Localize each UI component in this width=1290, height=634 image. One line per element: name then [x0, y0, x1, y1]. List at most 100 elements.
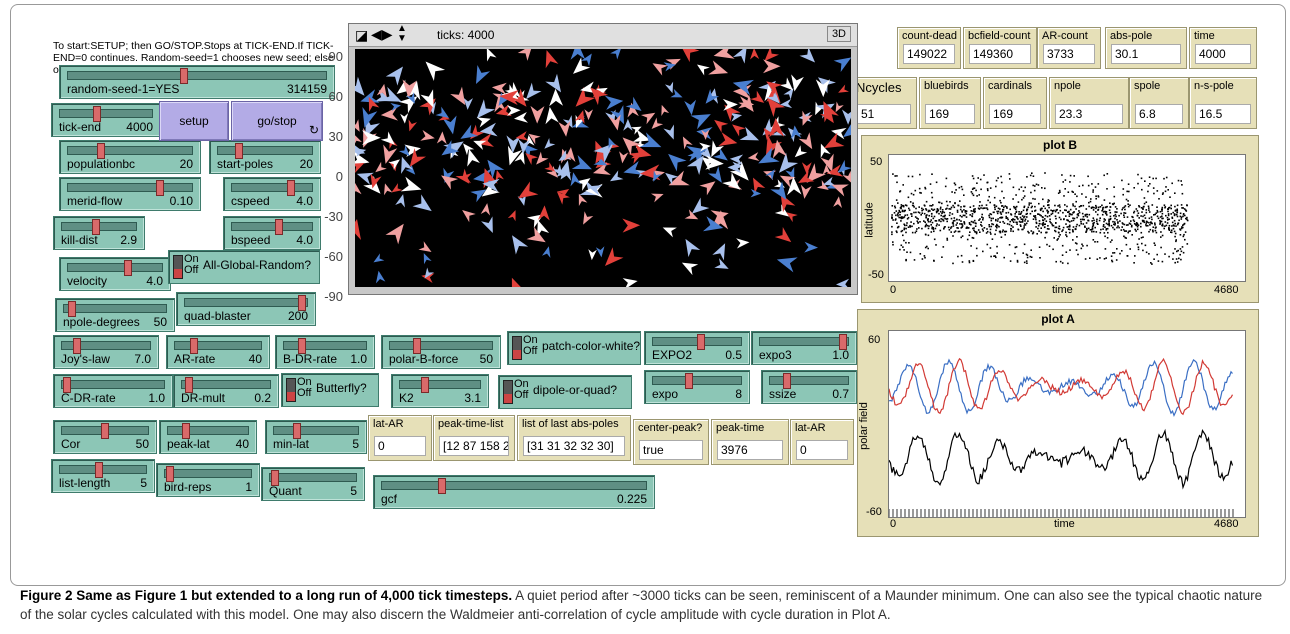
slider-track[interactable] — [174, 341, 262, 350]
switch-toggle[interactable] — [512, 336, 522, 360]
slider-track[interactable] — [59, 465, 147, 474]
peak-lat-slider[interactable]: peak-lat 40 — [159, 420, 257, 454]
slider-track[interactable] — [67, 263, 163, 272]
slider-track[interactable] — [652, 376, 742, 385]
switch-toggle[interactable] — [286, 378, 296, 402]
slider-knob[interactable] — [275, 219, 284, 235]
slider-track[interactable] — [283, 341, 367, 350]
plot-b-point — [891, 231, 893, 233]
b-dr-rate-slider[interactable]: B-DR-rate 1.0 — [275, 335, 375, 369]
slider-knob[interactable] — [101, 423, 109, 439]
tick-end-slider[interactable]: tick-end 4000 — [51, 103, 161, 137]
slider-knob[interactable] — [437, 478, 446, 494]
slider-track[interactable] — [63, 304, 167, 313]
ssize-slider[interactable]: ssize 0.7 — [761, 370, 857, 404]
plot-b-point — [1164, 225, 1166, 227]
plot-b-point — [901, 217, 904, 219]
expo2-slider[interactable]: EXPO2 0.5 — [644, 331, 750, 365]
plot-b-point — [924, 187, 927, 190]
world-view[interactable]: ◪ ◀▶ ▲ ▼ ticks: 4000 3D — [348, 23, 858, 295]
joys-law-slider[interactable]: Joy's-law 7.0 — [53, 335, 159, 369]
c-dr-rate-slider[interactable]: C-DR-rate 1.0 — [53, 374, 173, 408]
random-seed-slider[interactable]: random-seed-1=YES 314159 — [59, 65, 335, 99]
slider-track[interactable] — [217, 146, 313, 155]
plot-b-point — [896, 175, 898, 177]
npole-degrees-slider[interactable]: npole-degrees 50 — [55, 298, 175, 332]
cor-slider[interactable]: Cor 50 — [53, 420, 157, 454]
plot-b-point — [974, 210, 976, 213]
slider-track[interactable] — [67, 146, 193, 155]
plot-b-point — [990, 225, 993, 228]
list-length-slider[interactable]: list-length 5 — [51, 459, 155, 493]
plot-b-point — [1037, 184, 1040, 186]
slider-knob[interactable] — [124, 260, 133, 276]
start-poles-slider[interactable]: start-poles 20 — [209, 140, 321, 174]
plot-b-point — [938, 224, 940, 226]
slider-track[interactable] — [164, 469, 252, 478]
polar-b-force-slider[interactable]: polar-B-force 50 — [381, 335, 501, 369]
slider-knob[interactable] — [155, 180, 164, 196]
slider-track[interactable] — [61, 380, 165, 389]
plot-b-point — [988, 214, 990, 217]
dipole-or-quad-switch[interactable]: On Off dipole-or-quad? — [498, 375, 632, 409]
spole-monitor: spole 6.8 — [1129, 77, 1189, 129]
cspeed-slider[interactable]: cspeed 4.0 — [223, 177, 321, 211]
slider-track[interactable] — [167, 426, 249, 435]
slider-track[interactable] — [67, 71, 327, 80]
quad-blaster-slider[interactable]: quad-blaster 200 — [176, 292, 316, 326]
slider-knob[interactable] — [421, 377, 430, 393]
plot-b-point — [1145, 222, 1148, 224]
slider-track[interactable] — [67, 183, 193, 192]
expo3-slider[interactable]: expo3 1.0 — [751, 331, 857, 365]
butterfly-switch[interactable]: On Off Butterfly? — [281, 373, 379, 407]
plot-b-point — [1029, 174, 1032, 177]
slider-track[interactable] — [59, 109, 153, 118]
ar-rate-slider[interactable]: AR-rate 40 — [166, 335, 270, 369]
plot-b-point — [952, 220, 955, 222]
plot-b-point — [1135, 223, 1137, 226]
slider-track[interactable] — [181, 380, 271, 389]
3d-button[interactable]: 3D — [826, 26, 851, 42]
left-right-arrows-icon[interactable]: ◀▶ — [371, 26, 393, 43]
slider-knob[interactable] — [180, 68, 189, 84]
slider-knob[interactable] — [286, 180, 295, 196]
slider-track[interactable] — [231, 222, 313, 231]
kill-dist-slider[interactable]: kill-dist 2.9 — [53, 216, 145, 250]
slider-track[interactable] — [389, 341, 493, 350]
slider-track[interactable] — [759, 337, 849, 346]
switch-toggle[interactable] — [173, 255, 183, 279]
min-lat-slider[interactable]: min-lat 5 — [265, 420, 367, 454]
expo-slider[interactable]: expo 8 — [644, 370, 750, 404]
edit-view-icon[interactable]: ◪ — [355, 27, 368, 44]
up-down-arrows-icon[interactable]: ▲ ▼ — [397, 24, 407, 44]
gcf-slider[interactable]: gcf 0.225 — [373, 475, 655, 509]
patch-color-white-switch[interactable]: On Off patch-color-white? — [507, 331, 641, 365]
plot-b-point — [975, 189, 977, 192]
bird-reps-slider[interactable]: bird-reps 1 — [156, 463, 260, 497]
setup-button[interactable]: setup — [159, 101, 229, 141]
slider-track[interactable] — [231, 183, 313, 192]
plot-b-point — [1067, 211, 1070, 213]
slider-knob[interactable] — [684, 373, 693, 389]
plot-b-point — [1098, 219, 1101, 222]
all-global-random-switch[interactable]: On Off All-Global-Random? — [168, 250, 320, 284]
bspeed-slider[interactable]: bspeed 4.0 — [223, 216, 321, 250]
plot-b-point — [955, 189, 957, 191]
populationbc-slider[interactable]: populationbc 20 — [59, 140, 201, 174]
merid-flow-slider[interactable]: merid-flow 0.10 — [59, 177, 201, 211]
slider-track[interactable] — [184, 298, 308, 307]
plot-b-point — [1023, 223, 1026, 225]
go-stop-button[interactable]: go/stop ↻ — [231, 101, 323, 141]
switch-toggle[interactable] — [503, 380, 513, 404]
dr-mult-slider[interactable]: DR-mult 0.2 — [173, 374, 279, 408]
slider-track[interactable] — [399, 380, 481, 389]
slider-track[interactable] — [381, 481, 647, 490]
k2-slider[interactable]: K2 3.1 — [391, 374, 489, 408]
slider-track[interactable] — [769, 376, 849, 385]
slider-knob[interactable] — [697, 334, 706, 350]
quant-slider[interactable]: Quant 5 — [261, 467, 365, 501]
velocity-slider[interactable]: velocity 4.0 — [59, 257, 171, 291]
plot-b-point — [1025, 253, 1028, 256]
slider-track[interactable] — [269, 473, 357, 482]
slider-track[interactable] — [273, 426, 359, 435]
